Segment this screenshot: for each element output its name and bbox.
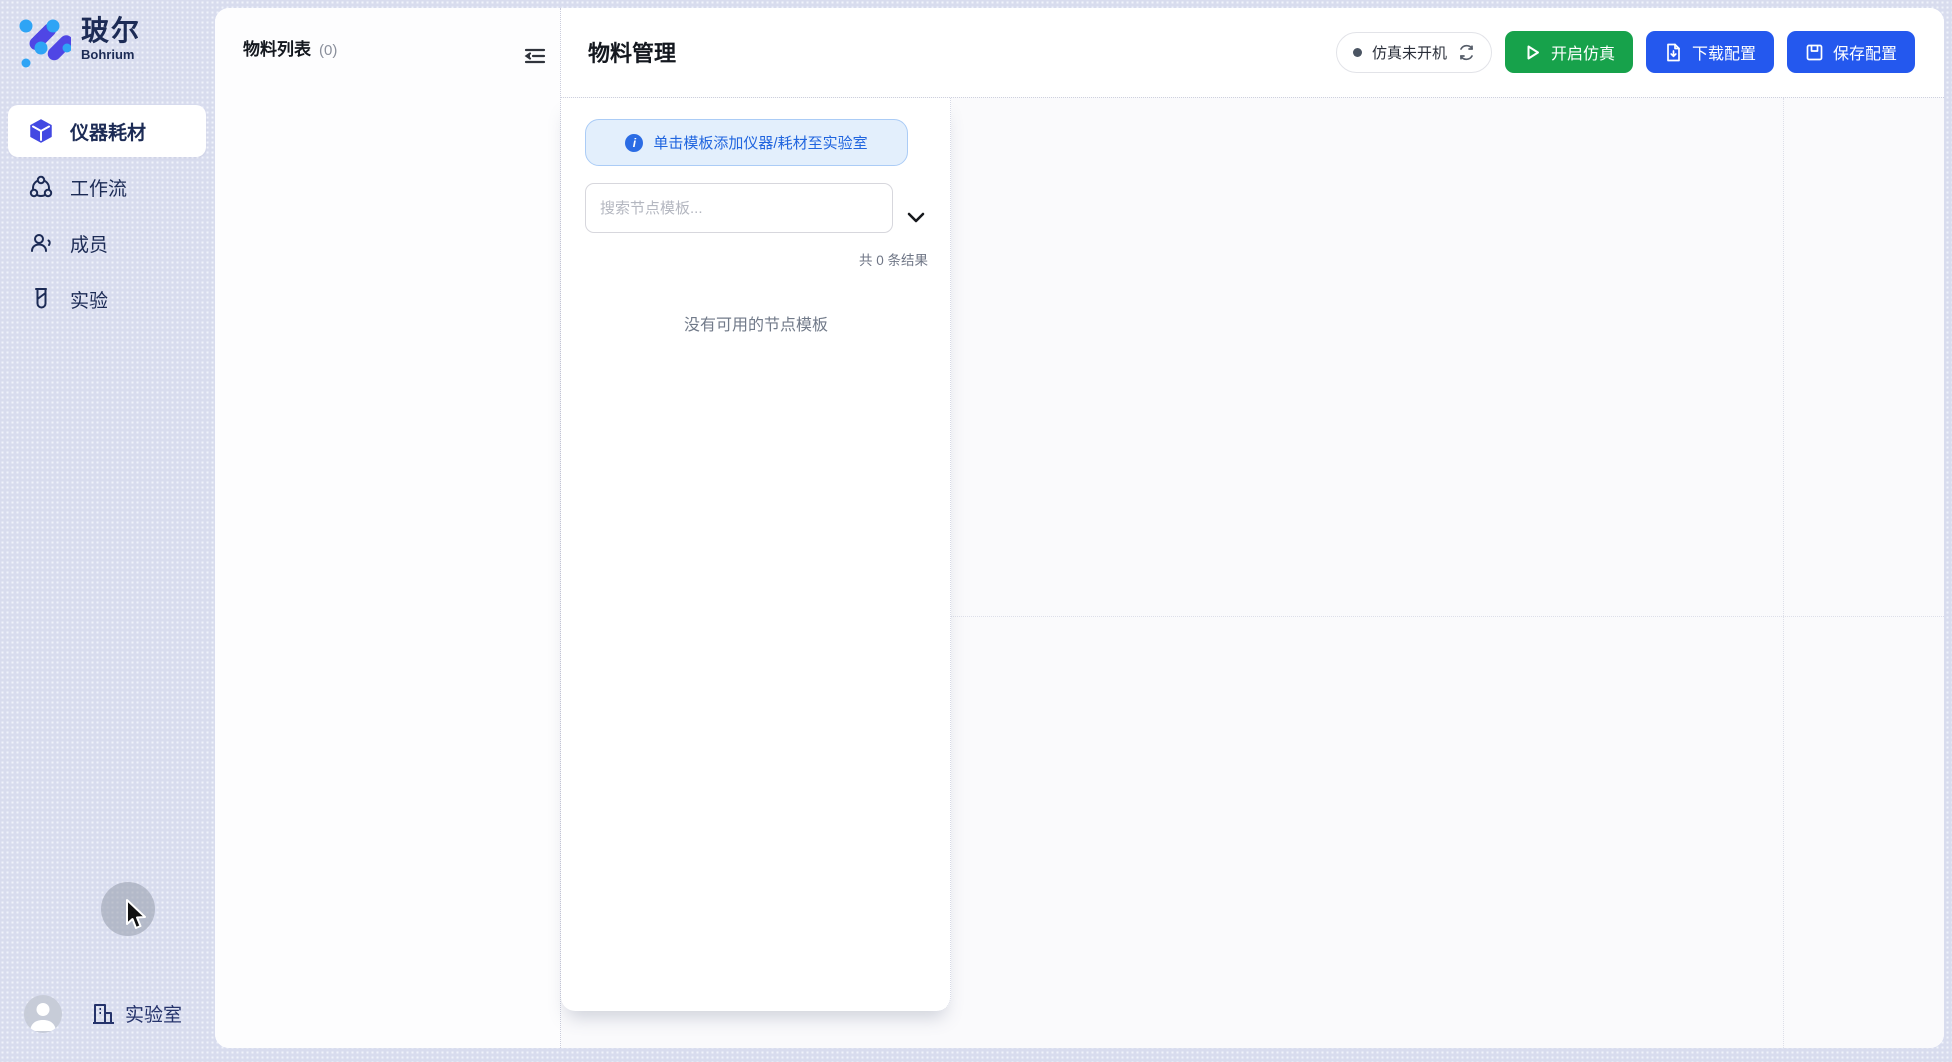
- sidebar-footer: 实验室: [0, 994, 215, 1034]
- flow-canvas[interactable]: i 单击模板添加仪器/耗材至实验室 共 0 条结果 没有可用的节点模板 美化布局: [561, 97, 1944, 1048]
- sim-status-dot-icon: [1353, 48, 1362, 57]
- info-banner: i 单击模板添加仪器/耗材至实验室: [585, 119, 908, 166]
- material-list-header: 物料列表 (0): [243, 35, 337, 60]
- avatar-person-icon: [24, 995, 62, 1033]
- sim-status-text: 仿真未开机: [1372, 42, 1447, 63]
- result-count: 共 0 条结果: [585, 249, 928, 269]
- lab-building-icon: [90, 1001, 116, 1027]
- chevron-down-icon[interactable]: [903, 204, 929, 230]
- start-simulation-label: 开启仿真: [1551, 40, 1615, 64]
- sidebar-item-experiments[interactable]: 实验: [8, 273, 206, 325]
- sidebar-item-members[interactable]: 成员: [8, 217, 206, 269]
- canvas-grid-line: [1783, 98, 1784, 1048]
- material-list-panel: 物料列表 (0): [215, 8, 561, 1048]
- play-icon: [1523, 43, 1542, 62]
- file-download-icon: [1664, 43, 1683, 62]
- sidebar-item-label: 工作流: [70, 174, 127, 201]
- save-config-button[interactable]: 保存配置: [1787, 31, 1915, 73]
- sidebar-item-instruments[interactable]: 仪器耗材: [8, 105, 206, 157]
- material-list-title: 物料列表: [243, 35, 311, 60]
- search-node-template-input[interactable]: [585, 183, 893, 233]
- lab-entry[interactable]: 实验室: [90, 1000, 182, 1027]
- download-config-button[interactable]: 下载配置: [1646, 31, 1774, 73]
- content-card: 物料列表 (0) 物料管理 仿真未开机: [215, 8, 1944, 1048]
- sidebar-item-label: 实验: [70, 286, 108, 313]
- cube-icon: [28, 118, 54, 144]
- save-config-label: 保存配置: [1833, 40, 1897, 64]
- experiment-icon: [28, 286, 54, 312]
- brand-name-zh: 玻尔: [81, 15, 141, 47]
- members-icon: [28, 230, 54, 256]
- page-title: 物料管理: [588, 36, 676, 68]
- save-icon: [1805, 43, 1824, 62]
- material-list-count: (0): [319, 42, 337, 59]
- sidebar-item-label: 成员: [70, 230, 108, 257]
- workflow-icon: [28, 174, 54, 200]
- mouse-cursor: [122, 898, 150, 932]
- sidebar-item-label: 仪器耗材: [70, 118, 146, 145]
- brand-name-en: Bohrium: [81, 47, 141, 63]
- app-root: 玻尔 Bohrium 仪器耗材 工作流: [0, 0, 1952, 1062]
- sidebar-menu: 仪器耗材 工作流 成员: [8, 105, 206, 329]
- info-icon: i: [625, 134, 643, 152]
- header-actions: 仿真未开机 开启仿真: [1336, 31, 1915, 73]
- info-banner-text: 单击模板添加仪器/耗材至实验室: [653, 132, 867, 153]
- bohrium-logo-icon: [17, 15, 71, 69]
- refresh-icon[interactable]: [1458, 44, 1475, 61]
- node-templates-panel: i 单击模板添加仪器/耗材至实验室 共 0 条结果 没有可用的节点模板: [561, 98, 951, 1011]
- download-config-label: 下载配置: [1692, 40, 1756, 64]
- sim-status-pill[interactable]: 仿真未开机: [1336, 32, 1492, 73]
- main-header: 物料管理 仿真未开机 开启仿真: [561, 8, 1944, 97]
- start-simulation-button[interactable]: 开启仿真: [1505, 31, 1633, 73]
- menu-fold-icon[interactable]: [523, 44, 547, 68]
- user-avatar[interactable]: [24, 995, 62, 1033]
- lab-label: 实验室: [125, 1000, 182, 1027]
- empty-templates-text: 没有可用的节点模板: [561, 311, 951, 335]
- brand-logo: 玻尔 Bohrium: [17, 15, 141, 69]
- sidebar-item-workflow[interactable]: 工作流: [8, 161, 206, 213]
